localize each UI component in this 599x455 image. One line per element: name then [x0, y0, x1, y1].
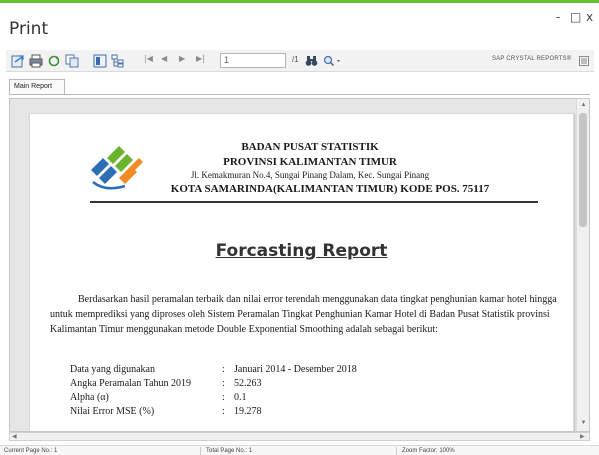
- next-page-button[interactable]: ▶: [179, 54, 185, 63]
- detail-separator: :: [222, 364, 225, 375]
- detail-label: Nilai Error MSE (%): [70, 406, 155, 417]
- scroll-down-icon[interactable]: ▼: [579, 419, 588, 428]
- refresh-icon[interactable]: [46, 53, 61, 68]
- vertical-scroll-thumb[interactable]: [579, 113, 587, 227]
- header-city: KOTA SAMARINDA(KALIMANTAN TIMUR) KODE PO…: [170, 183, 490, 195]
- status-current-page: Current Page No.: 1: [4, 448, 58, 454]
- detail-separator: :: [222, 392, 225, 403]
- export-icon[interactable]: [10, 53, 25, 68]
- detail-label: Data yang digunakan: [70, 364, 155, 375]
- detail-value: Januari 2014 - Desember 2018: [234, 364, 357, 375]
- status-divider: [200, 447, 201, 455]
- bps-logo: [91, 146, 143, 190]
- detail-separator: :: [222, 378, 225, 389]
- copy-icon[interactable]: [64, 53, 79, 68]
- print-window: Print - □ x |◀ ◀ ▶ ▶| 1 /1 SAP CRYSTAL R…: [0, 0, 599, 455]
- status-divider: [396, 447, 397, 455]
- last-page-button[interactable]: ▶|: [196, 54, 205, 63]
- zoom-icon[interactable]: [322, 53, 344, 68]
- report-page: BADAN PUSAT STATISTIK PROVINSI KALIMANTA…: [29, 113, 574, 431]
- title-bar: Print - □ x: [0, 3, 599, 45]
- print-icon[interactable]: [28, 53, 43, 68]
- horizontal-scrollbar[interactable]: ◀ ▶: [9, 432, 590, 441]
- detail-value: 19.278: [234, 406, 262, 417]
- report-paragraph-text: Berdasarkan hasil peramalan terbaik dan …: [50, 294, 557, 335]
- scroll-right-icon[interactable]: ▶: [580, 433, 585, 441]
- panel-icon[interactable]: [576, 53, 591, 68]
- toggle-tree-icon[interactable]: [92, 53, 107, 68]
- report-paragraph: Berdasarkan hasil peramalan terbaik dan …: [50, 292, 563, 337]
- status-zoom: Zoom Factor: 100%: [402, 448, 455, 454]
- tab-main-report[interactable]: Main Report: [9, 79, 65, 94]
- header-organization: BADAN PUSAT STATISTIK: [241, 141, 379, 153]
- header-address: Jl. Kemakmuran No.4, Sungai Pinang Dalam…: [190, 170, 430, 180]
- header-province: PROVINSI KALIMANTAN TIMUR: [223, 156, 397, 168]
- first-page-button[interactable]: |◀: [144, 54, 153, 63]
- detail-label: Angka Peramalan Tahun 2019: [70, 378, 192, 389]
- page-number-input[interactable]: 1: [220, 53, 286, 68]
- tab-divider: [9, 94, 590, 95]
- group-tree-icon[interactable]: [110, 53, 125, 68]
- detail-value: 0.1: [234, 392, 247, 403]
- report-toolbar: |◀ ◀ ▶ ▶| 1 /1 SAP CRYSTAL REPORTS®: [6, 50, 594, 72]
- detail-label: Alpha (α): [70, 392, 109, 403]
- scroll-left-icon[interactable]: ◀: [12, 433, 17, 441]
- maximize-button[interactable]: □: [570, 11, 581, 23]
- detail-separator: :: [222, 406, 225, 417]
- report-title: Forcasting Report: [30, 241, 573, 261]
- crystal-reports-brand: SAP CRYSTAL REPORTS®: [492, 56, 572, 62]
- report-title-text: Forcasting Report: [215, 241, 388, 261]
- minimize-button[interactable]: -: [556, 11, 560, 23]
- binoculars-icon[interactable]: [304, 53, 319, 68]
- page-count-label: /1: [292, 55, 299, 64]
- scroll-up-icon[interactable]: ▲: [579, 101, 588, 110]
- detail-value: 52.263: [234, 378, 262, 389]
- status-bar: Current Page No.: 1 Total Page No.: 1 Zo…: [0, 445, 599, 455]
- status-total-page: Total Page No.: 1: [206, 448, 253, 454]
- vertical-scrollbar[interactable]: ▲ ▼: [576, 99, 589, 431]
- window-title: Print: [9, 19, 49, 39]
- report-viewer[interactable]: BADAN PUSAT STATISTIK PROVINSI KALIMANTA…: [9, 98, 590, 432]
- header-divider: [90, 201, 538, 203]
- previous-page-button[interactable]: ◀: [161, 54, 167, 63]
- close-button[interactable]: x: [586, 11, 593, 23]
